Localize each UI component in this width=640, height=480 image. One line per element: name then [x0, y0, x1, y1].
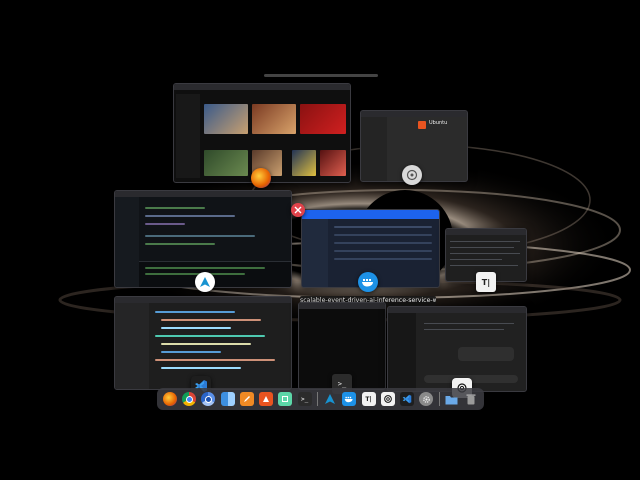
gear-icon[interactable]	[419, 392, 434, 406]
text-line	[450, 247, 514, 248]
docker-icon[interactable]	[342, 392, 357, 406]
code-line	[161, 327, 231, 329]
code-line	[161, 367, 241, 369]
text-line	[450, 241, 520, 242]
dock-separator	[316, 392, 318, 406]
typora-icon: T|	[476, 272, 496, 292]
window-titlebar	[115, 191, 291, 197]
container-row[interactable]	[334, 250, 432, 252]
video-thumbnail[interactable]	[204, 104, 248, 134]
finder-icon[interactable]	[220, 392, 235, 406]
ubuntu-software-icon	[402, 165, 422, 185]
code-line	[145, 223, 185, 225]
chatgpt-icon[interactable]	[380, 392, 395, 406]
firefox-icon[interactable]	[163, 392, 177, 406]
container-row[interactable]	[334, 242, 432, 244]
code-line	[145, 243, 215, 245]
workspace-indicator	[264, 74, 378, 77]
video-thumbnail[interactable]	[204, 150, 248, 176]
close-window-icon[interactable]	[291, 203, 305, 217]
container-row[interactable]	[334, 258, 432, 260]
ubuntu-icon[interactable]	[259, 392, 274, 406]
youtube-sidebar	[176, 94, 200, 178]
video-thumbnail[interactable]	[292, 150, 316, 176]
chat-bubble	[458, 347, 514, 361]
video-thumbnail[interactable]	[252, 104, 296, 134]
container-row[interactable]	[334, 234, 432, 236]
text-line	[450, 259, 502, 260]
software-header-text: Ubuntu	[429, 120, 448, 126]
chat-sidebar	[388, 313, 416, 391]
terminal-output-line	[145, 273, 245, 275]
dock-separator	[438, 392, 440, 406]
video-thumbnail[interactable]	[300, 104, 346, 134]
software-sidebar	[361, 117, 387, 181]
ubuntu-logo-icon	[418, 121, 426, 129]
code-line	[145, 215, 235, 217]
terminal-icon[interactable]: >_	[297, 392, 312, 406]
docker-sidebar	[302, 219, 328, 287]
arch-icon[interactable]	[323, 392, 337, 406]
chat-message-line	[424, 329, 504, 330]
code-line	[145, 235, 255, 237]
vscode-explorer	[115, 303, 149, 389]
trash-icon[interactable]	[464, 392, 478, 406]
code-line	[155, 359, 275, 361]
window-titlebar	[446, 229, 526, 235]
code-line	[145, 207, 205, 209]
terminal-output-line	[145, 267, 265, 269]
docker-header	[302, 210, 439, 219]
firefox-icon	[251, 168, 271, 188]
code-line	[155, 335, 265, 337]
cube-icon[interactable]	[278, 392, 293, 406]
chromium-icon[interactable]	[201, 392, 216, 406]
docker-icon	[358, 272, 378, 292]
code-line	[161, 343, 251, 345]
code-line	[155, 311, 235, 313]
window-titlebar	[299, 303, 385, 309]
code-line	[161, 351, 221, 353]
text-line	[450, 253, 520, 254]
vscode-icon[interactable]	[400, 392, 415, 406]
arch-icon	[195, 272, 215, 292]
folder-icon[interactable]	[445, 392, 459, 406]
dock: >_ T|	[157, 388, 484, 410]
typora-icon[interactable]: T|	[361, 392, 376, 406]
text-line	[450, 265, 518, 266]
container-row[interactable]	[334, 226, 432, 228]
pen-icon[interactable]	[239, 392, 254, 406]
chat-message-line	[424, 323, 514, 324]
window-titlebar	[174, 84, 350, 90]
video-thumbnail[interactable]	[320, 150, 346, 176]
code-line	[161, 319, 261, 321]
file-explorer-panel	[115, 197, 139, 287]
chrome-icon[interactable]	[182, 392, 197, 406]
